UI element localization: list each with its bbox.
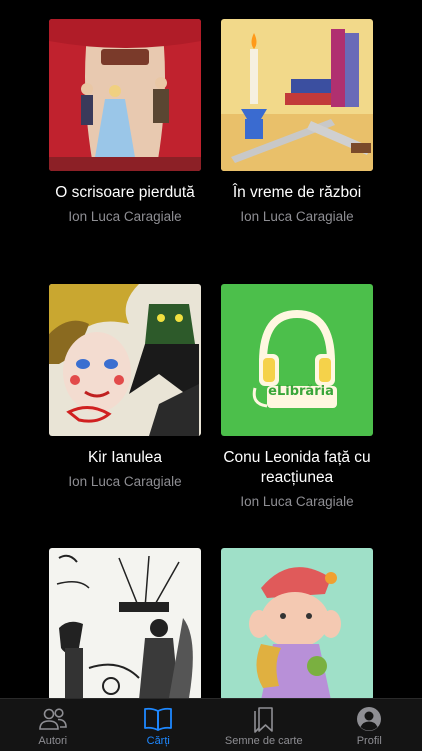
people-icon [38,705,68,733]
tab-profil[interactable]: Profil [317,699,422,751]
book-title: Kir Ianulea [39,448,211,468]
tab-autori[interactable]: Autori [0,699,106,751]
book-title: În vreme de război [211,183,383,203]
book-title: O scrisoare pierdută [39,183,211,203]
elibraria-logo-text: eLibrăria [221,384,373,399]
book-card[interactable]: În vreme de război Ion Luca Caragiale [211,19,383,226]
ink-sketch-illustration [49,548,201,698]
tab-semne-de-carte[interactable]: Semne de carte [211,699,317,751]
book-author: Ion Luca Caragiale [211,208,383,226]
tab-label: Semne de carte [225,735,303,748]
book-icon [143,705,173,733]
bookmarks-icon [249,705,279,733]
book-cover[interactable] [49,19,201,171]
book-card[interactable]: Kir Ianulea Ion Luca Caragiale [39,284,211,491]
face-devil-illustration [49,284,201,436]
book-cover[interactable] [49,284,201,436]
tab-bar: Autori Cărți Semne de carte Profil [0,698,422,751]
book-author: Ion Luca Caragiale [39,473,211,491]
book-author: Ion Luca Caragiale [39,208,211,226]
headphones-elibraria-logo [221,284,373,436]
theater-stage-illustration [49,19,201,171]
book-card[interactable]: O scrisoare pierdută Ion Luca Caragiale [39,19,211,226]
book-title: Conu Leonida față cu reacțiunea [211,448,383,488]
books-grid: O scrisoare pierdută Ion Luca Caragiale … [0,0,422,698]
book-cover[interactable] [49,548,201,698]
book-cover[interactable] [221,19,373,171]
tab-label: Autori [38,735,67,748]
book-card[interactable] [211,548,383,698]
tab-label: Cărți [147,735,170,748]
book-card[interactable]: eLibrăria Conu Leonida față cu reacțiune… [211,284,383,511]
tab-label: Profil [357,735,382,748]
character-drawing-illustration [221,548,373,698]
tab-carti[interactable]: Cărți [106,699,212,751]
book-cover[interactable]: eLibrăria [221,284,373,436]
candle-books-knives-illustration [221,19,373,171]
book-cover[interactable] [221,548,373,698]
book-author: Ion Luca Caragiale [211,493,383,511]
book-card[interactable] [39,548,211,698]
profile-icon [354,705,384,733]
